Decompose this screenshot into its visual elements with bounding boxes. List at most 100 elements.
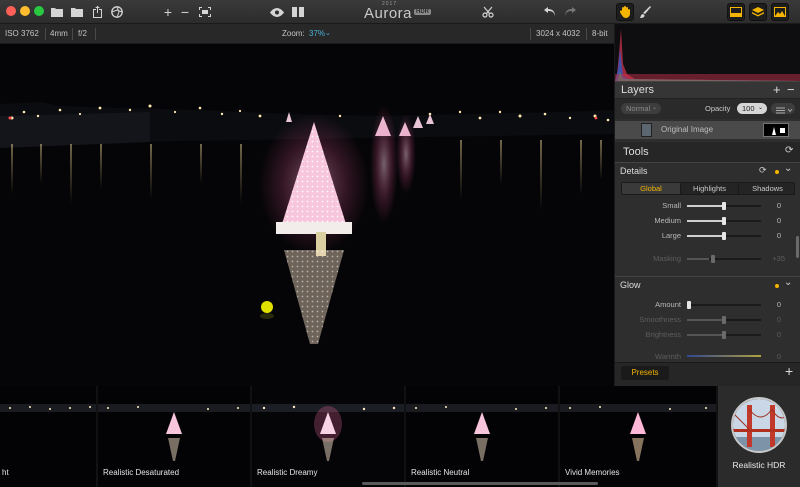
export-icon[interactable] xyxy=(90,3,104,21)
close-window-button[interactable] xyxy=(6,6,16,16)
layers-stack-icon[interactable] xyxy=(749,3,767,21)
layer-options-button[interactable] xyxy=(771,103,795,114)
right-panel: Layers + − Normal ⌄ Opacity 100 ⌄ Original… xyxy=(614,24,800,386)
preset-thumbnail[interactable]: Realistic Desaturated xyxy=(98,386,250,487)
aperture: f/2 xyxy=(78,29,87,38)
glow-warmth-slider[interactable] xyxy=(687,355,761,357)
hand-tool-icon[interactable] xyxy=(616,3,634,21)
open-folder-icon[interactable] xyxy=(50,3,64,21)
slider-label-warmth: Warmth xyxy=(655,352,681,361)
minimize-window-button[interactable] xyxy=(20,6,30,16)
chevron-down-icon[interactable]: ⌄ xyxy=(784,277,792,288)
glow-amount-value: 0 xyxy=(776,300,781,309)
brush-tool-icon[interactable] xyxy=(636,3,654,21)
featured-preset-label: Realistic HDR xyxy=(732,460,786,470)
iso-value: ISO 3762 xyxy=(5,29,39,38)
tab-highlights[interactable]: Highlights xyxy=(680,183,738,194)
image-canvas[interactable] xyxy=(0,44,614,386)
presets-filmstrip: ht Realistic Desaturated Realistic Dream… xyxy=(0,386,800,487)
preset-preview xyxy=(0,386,96,487)
photo-night-harbor xyxy=(0,44,614,386)
chevron-down-icon[interactable]: ⌄ xyxy=(784,163,792,174)
layers-title: Layers xyxy=(621,84,655,96)
preset-thumbnail[interactable]: Realistic Dreamy xyxy=(252,386,404,487)
large-detail-slider[interactable] xyxy=(687,232,761,240)
glow-smoothness-value: 0 xyxy=(776,315,781,324)
preset-label: Vivid Memories xyxy=(565,468,620,477)
tools-section-header: Tools ⟳ xyxy=(615,142,800,162)
layer-name: Original Image xyxy=(661,125,714,134)
preset-thumbnail[interactable]: Realistic Neutral xyxy=(406,386,558,487)
zoom-window-button[interactable] xyxy=(34,6,44,16)
opacity-value: 100 xyxy=(742,104,755,113)
app-logo: 2017 Aurora HDR xyxy=(364,1,436,22)
glow-amount-slider[interactable] xyxy=(687,301,761,309)
remove-layer-icon[interactable]: − xyxy=(787,82,795,97)
crop-tool-icon[interactable] xyxy=(481,3,495,21)
panel-scrollbar[interactable] xyxy=(796,236,799,258)
filmstrip-scrollbar[interactable] xyxy=(362,482,598,485)
slider-label-medium: Medium xyxy=(654,216,681,225)
golden-gate-preset-image xyxy=(731,397,787,453)
small-detail-value: 0 xyxy=(776,201,781,210)
slider-label-amount: Amount xyxy=(655,300,681,309)
logo-word: Aurora xyxy=(364,5,413,22)
chevron-down-icon: ⌄ xyxy=(651,105,657,111)
list-icon xyxy=(776,107,793,114)
layer-thumbnail xyxy=(641,123,652,137)
camera-shutter-icon[interactable] xyxy=(110,3,124,21)
folder-icon[interactable] xyxy=(70,3,84,21)
redo-icon[interactable] xyxy=(563,3,577,21)
toolbar: + − 2017 Aurora HDR xyxy=(0,0,800,24)
presets-bar: Presets + xyxy=(615,362,800,386)
opacity-dropdown[interactable]: 100 ⌄ xyxy=(737,103,767,114)
reset-tools-icon[interactable]: ⟳ xyxy=(785,145,793,156)
eye-icon[interactable] xyxy=(269,3,285,21)
undo-icon[interactable] xyxy=(543,3,557,21)
details-tabs: Global Highlights Shadows xyxy=(621,182,795,195)
info-separator xyxy=(95,28,96,40)
compare-icon[interactable] xyxy=(291,3,305,21)
masking-slider[interactable] xyxy=(687,255,761,263)
details-header[interactable]: Details ⟳ ⌄ xyxy=(615,162,800,180)
slider-label-small: Small xyxy=(662,201,681,210)
preset-thumbnail[interactable]: ht xyxy=(0,386,96,487)
medium-detail-slider[interactable] xyxy=(687,217,761,225)
image-dimensions: 3024 x 4032 xyxy=(536,29,581,38)
zoom-chevron-icon[interactable]: ⌄ xyxy=(325,24,331,44)
small-detail-slider[interactable] xyxy=(687,202,761,210)
zoom-dropdown[interactable]: 37% xyxy=(309,24,325,44)
featured-preset[interactable]: Realistic HDR xyxy=(718,386,800,487)
presets-tab[interactable]: Presets xyxy=(621,366,669,380)
add-icon[interactable]: + xyxy=(162,3,174,21)
layer-mask-thumbnail[interactable] xyxy=(763,123,789,137)
preset-thumbnail[interactable]: Vivid Memories xyxy=(560,386,716,487)
add-layer-icon[interactable]: + xyxy=(773,82,781,97)
image-info-bar: ISO 3762 4mm f/2 Zoom: 37% ⌄ 3024 x 4032… xyxy=(0,24,614,44)
remove-icon[interactable]: − xyxy=(179,3,191,21)
preset-label: Realistic Desaturated xyxy=(103,468,180,477)
preset-label: ht xyxy=(2,468,9,477)
glow-header[interactable]: Glow ⌄ xyxy=(615,276,800,294)
chevron-down-icon: ⌄ xyxy=(757,105,763,111)
blend-mode-dropdown[interactable]: Normal ⌄ xyxy=(621,103,661,114)
glow-smoothness-slider[interactable] xyxy=(687,316,761,324)
large-detail-value: 0 xyxy=(776,231,781,240)
glow-title: Glow xyxy=(620,280,641,290)
layout-icon[interactable] xyxy=(727,3,745,21)
add-preset-icon[interactable]: + xyxy=(785,363,793,379)
glow-brightness-slider[interactable] xyxy=(687,331,761,339)
fit-screen-icon[interactable] xyxy=(198,3,212,21)
reset-details-icon[interactable]: ⟳ xyxy=(759,165,767,176)
tab-shadows[interactable]: Shadows xyxy=(738,183,796,194)
layer-item-original[interactable]: Original Image xyxy=(615,121,800,139)
slider-label-large: Large xyxy=(661,231,681,240)
glow-enabled-indicator[interactable] xyxy=(775,284,779,288)
glow-warmth-value: 0 xyxy=(776,352,781,361)
masking-value: +35 xyxy=(772,254,785,263)
presets-image-icon[interactable] xyxy=(771,3,789,21)
tab-global[interactable]: Global xyxy=(622,183,680,194)
layers-section-header: Layers + − xyxy=(615,81,800,99)
details-enabled-indicator[interactable] xyxy=(775,170,779,174)
slider-label-masking: Masking xyxy=(653,254,681,263)
